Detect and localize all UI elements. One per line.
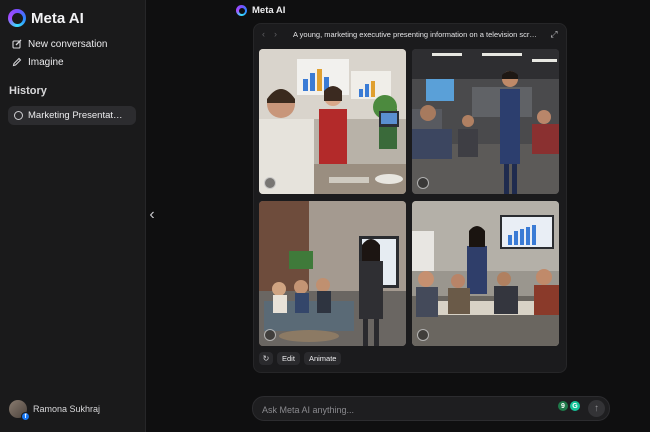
message-input[interactable] (260, 401, 554, 419)
send-button[interactable]: ↑ (588, 400, 605, 417)
brand-name: Meta AI (31, 9, 84, 27)
generated-image-1[interactable] (259, 49, 406, 194)
image-actions: ↻ Edit Animate (259, 352, 342, 365)
avatar: f (9, 400, 30, 421)
chat-header: Meta AI (236, 5, 285, 16)
collapse-sidebar-button[interactable]: ‹ (146, 206, 158, 224)
meta-ai-logo-icon (8, 9, 26, 27)
pencil-icon (12, 57, 22, 67)
generated-image-4[interactable] (412, 201, 559, 346)
location-extension-icon[interactable]: 9 (558, 401, 568, 411)
edit-icon (12, 39, 22, 49)
next-arrow-icon[interactable]: › (274, 29, 277, 39)
imagine-button[interactable]: Imagine (12, 54, 64, 70)
image-badge-icon (417, 177, 429, 189)
image-badge-icon (417, 329, 429, 341)
image-badge-icon (264, 177, 276, 189)
new-conversation-button[interactable]: New conversation (12, 36, 107, 52)
generated-image-3[interactable] (259, 201, 406, 346)
image-badge-icon (264, 329, 276, 341)
animate-button[interactable]: Animate (303, 352, 342, 365)
imagine-label: Imagine (28, 56, 64, 68)
expand-icon[interactable]: ⤢ (548, 28, 560, 40)
card-toolbar: ‹ › A young, marketing executive present… (254, 24, 566, 46)
history-item-marketing[interactable]: Marketing Presentat… (8, 106, 136, 125)
prompt-text: A young, marketing executive presenting … (293, 30, 537, 39)
meta-ai-logo-icon (236, 5, 247, 16)
history-heading: History (9, 85, 47, 97)
brand[interactable]: Meta AI (8, 7, 84, 29)
header-title: Meta AI (252, 5, 286, 16)
regenerate-icon[interactable]: ↻ (259, 352, 273, 365)
facebook-badge-icon: f (21, 412, 30, 421)
extension-icons: 9 G (558, 401, 580, 413)
user-name: Ramona Sukhraj (33, 404, 101, 414)
chat-bubble-icon (14, 111, 23, 120)
user-profile[interactable]: f Ramona Sukhraj (9, 400, 101, 421)
grammarly-icon[interactable]: G (570, 401, 580, 411)
composer: 9 G ↑ (252, 396, 610, 421)
prev-arrow-icon[interactable]: ‹ (262, 29, 265, 39)
generated-image-2[interactable] (412, 49, 559, 194)
history-item-label: Marketing Presentat… (28, 110, 123, 121)
new-conversation-label: New conversation (28, 38, 108, 50)
edit-button[interactable]: Edit (277, 352, 300, 365)
sidebar: Meta AI New conversation Imagine History… (0, 0, 146, 432)
image-result-card: ‹ › A young, marketing executive present… (253, 23, 567, 373)
